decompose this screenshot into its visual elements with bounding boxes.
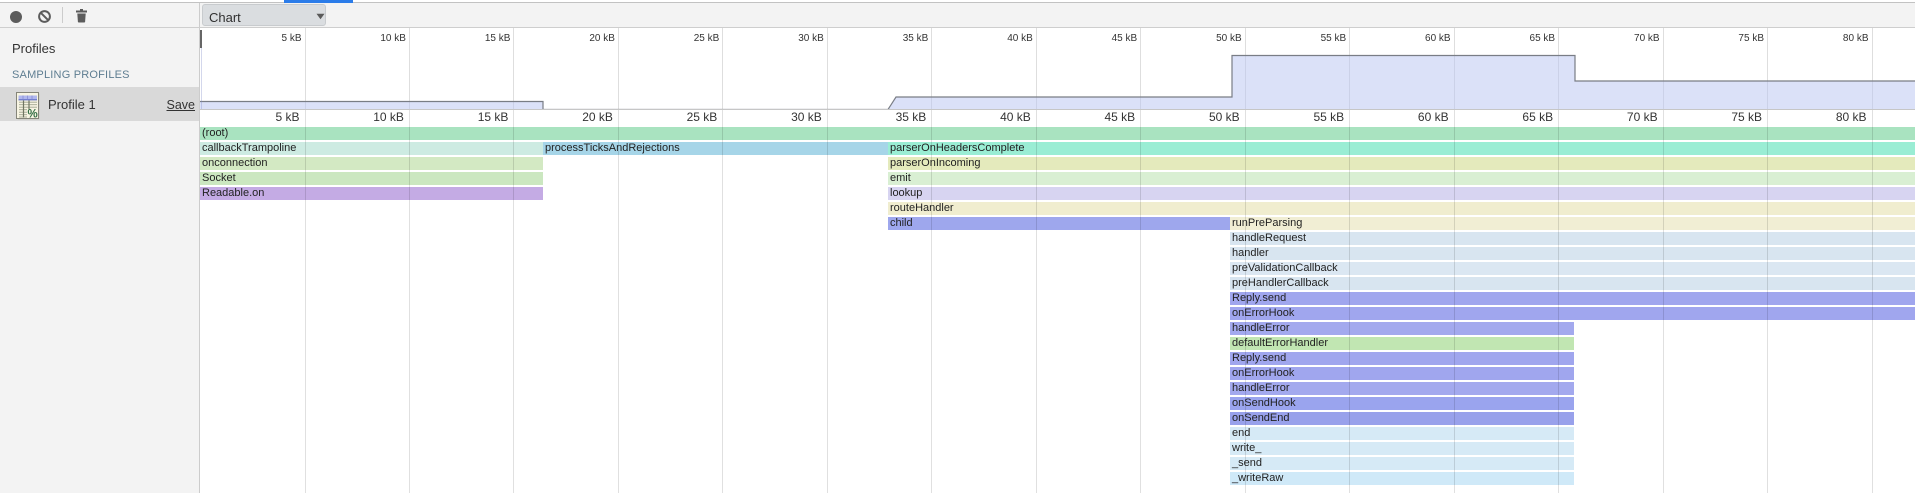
svg-text:%: % — [28, 109, 38, 121]
